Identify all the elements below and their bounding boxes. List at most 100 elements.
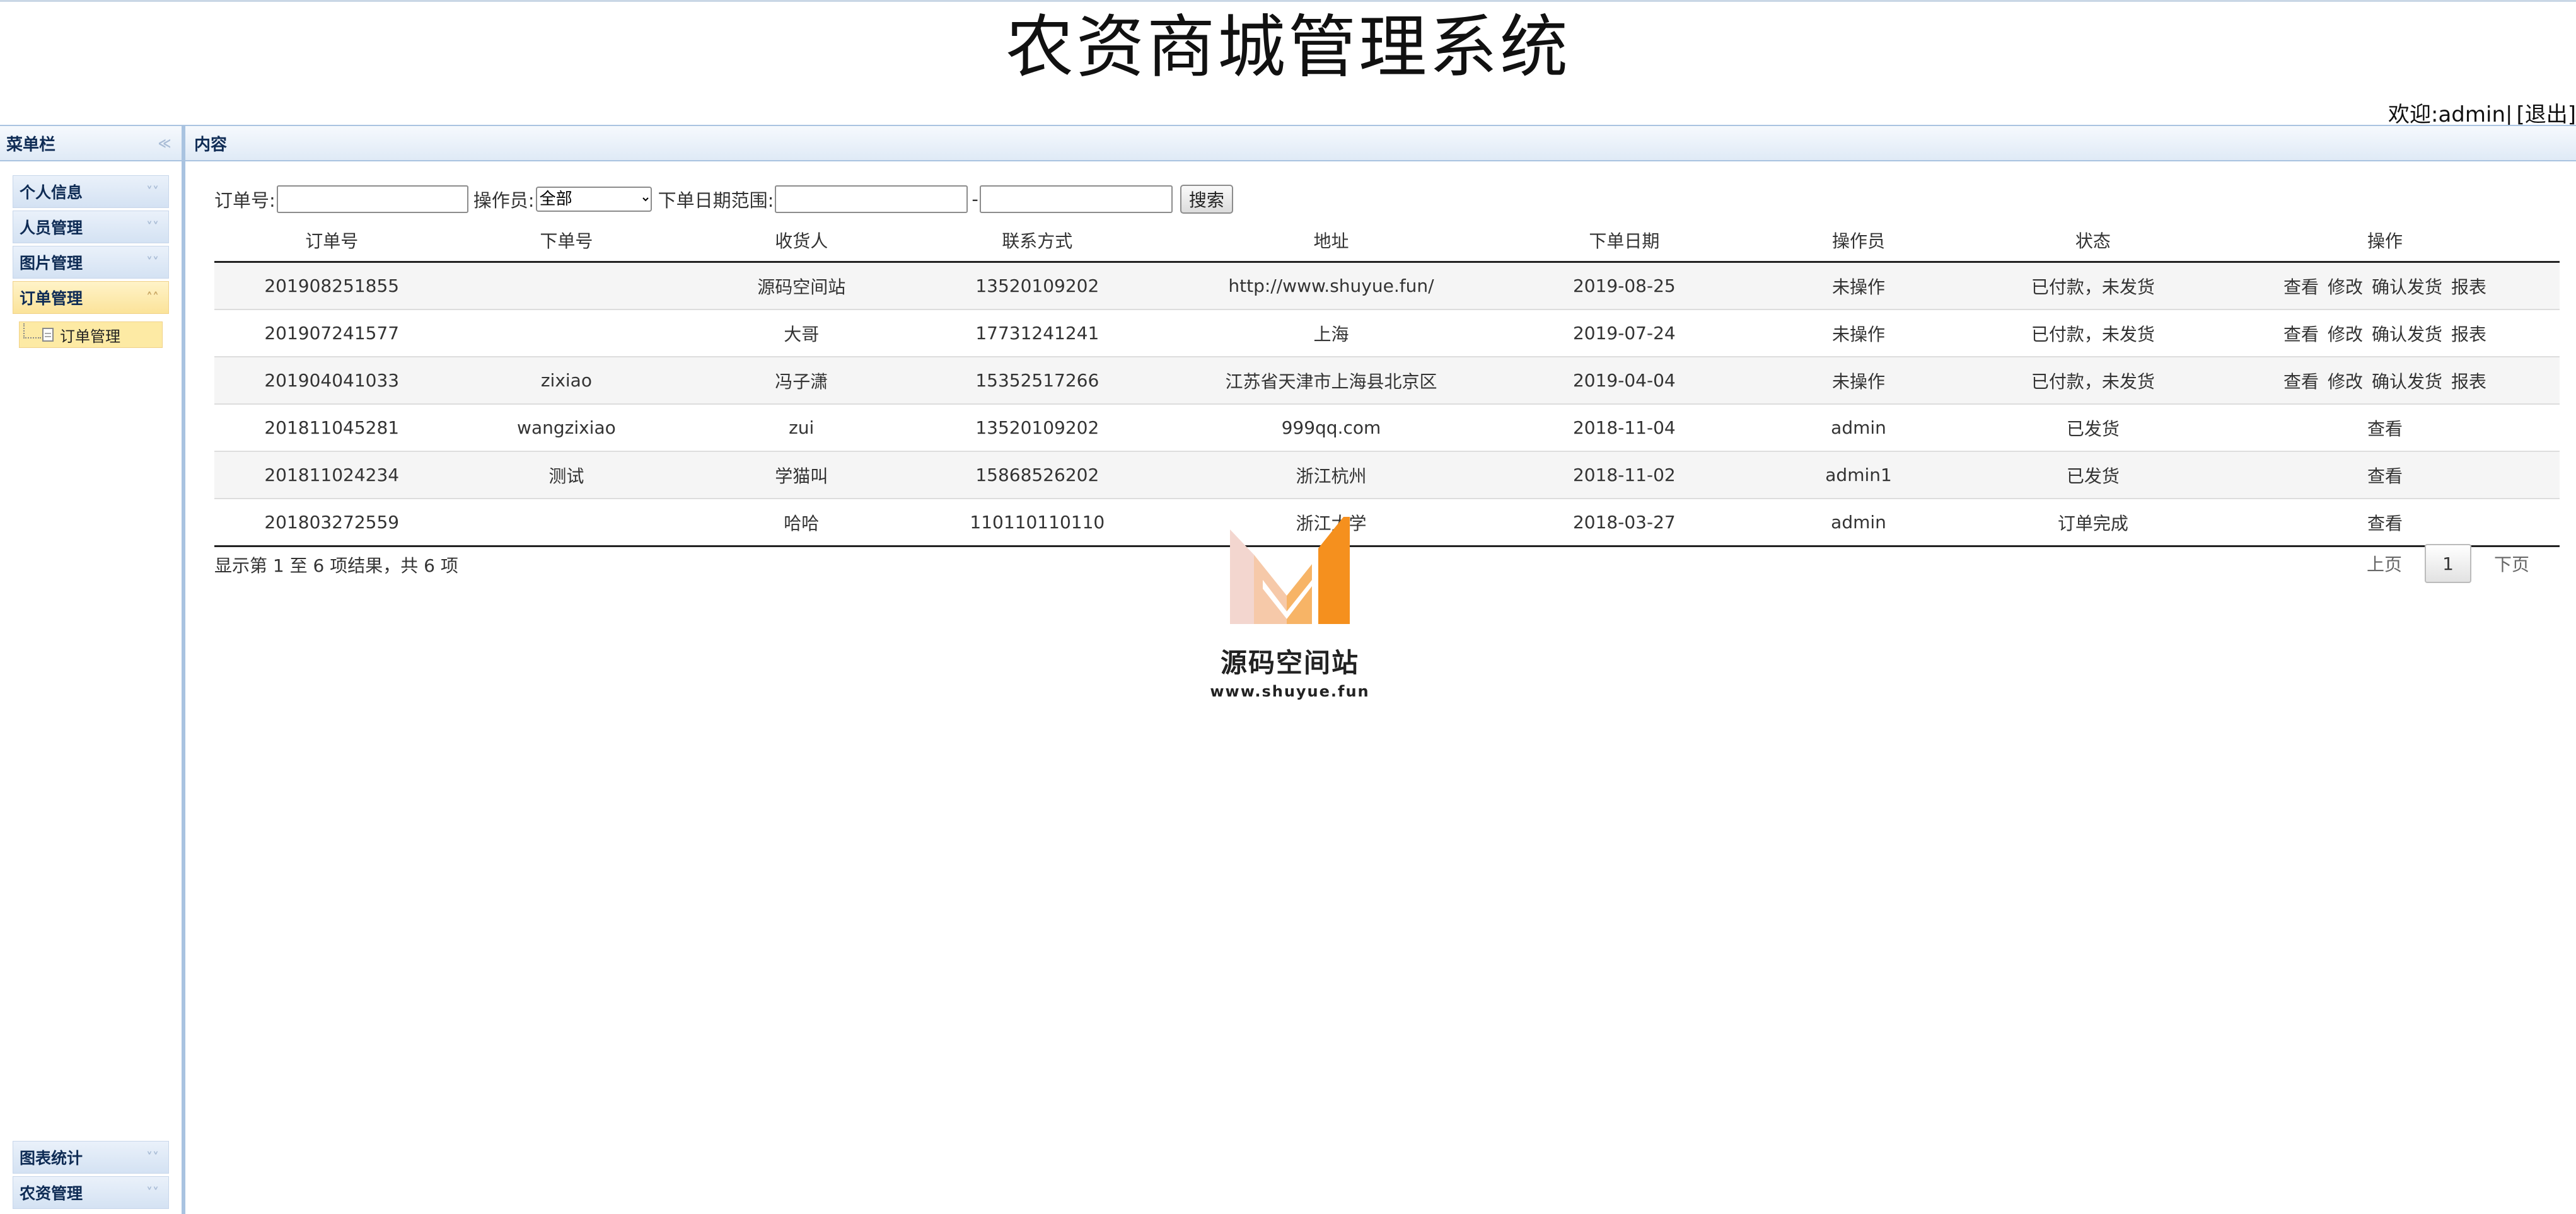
cell-place-no: 测试 xyxy=(449,451,684,499)
order-no-input[interactable] xyxy=(276,185,468,213)
content-panel: 内容 订单号: 操作员: 全部 下单日期范围: - 搜索 订单号 下单号 收货人… xyxy=(184,125,2576,1214)
cell-contact: 15352517266 xyxy=(919,357,1156,405)
cell-order-no: 201811045281 xyxy=(214,404,450,452)
date-separator: - xyxy=(972,188,978,210)
menu-agri-management[interactable]: 农资管理 ˅˅ xyxy=(13,1176,169,1209)
cell-actions: 查看 修改 确认发货 报表 xyxy=(2210,357,2560,405)
cell-operator: admin xyxy=(1741,404,1976,452)
chevron-down-icon: ˅˅ xyxy=(146,255,159,270)
column-header: 下单号 xyxy=(449,219,684,263)
page-title: 农资商城管理系统 xyxy=(1005,8,1570,87)
cell-date: 2019-04-04 xyxy=(1507,357,1742,405)
column-header: 下单日期 xyxy=(1507,219,1742,263)
cell-operator: 未操作 xyxy=(1741,309,1976,357)
chevron-down-icon: ˅˅ xyxy=(146,184,159,199)
tree-line xyxy=(23,323,41,338)
cell-address: 江苏省天津市上海县北京区 xyxy=(1155,357,1507,405)
cell-actions: 查看 xyxy=(2210,451,2560,499)
menu-label: 图片管理 xyxy=(20,254,83,272)
cell-status: 已付款，未发货 xyxy=(1975,262,2211,310)
column-header: 联系方式 xyxy=(919,219,1156,263)
order-no-label: 订单号: xyxy=(214,190,276,211)
operator-select[interactable]: 全部 xyxy=(535,187,652,212)
cell-status: 订单完成 xyxy=(1975,499,2211,547)
cell-date: 2019-07-24 xyxy=(1507,309,1742,357)
table-row: 201908251855 源码空间站 13520109202 http://ww… xyxy=(214,262,2560,310)
cell-contact: 15868526202 xyxy=(919,451,1156,499)
cell-contact: 13520109202 xyxy=(919,262,1156,310)
menu-order-management[interactable]: 订单管理 ˄˄ xyxy=(13,281,169,314)
logout-link[interactable]: [退出] xyxy=(2516,97,2576,128)
collapse-icon[interactable]: ≪ xyxy=(154,132,175,154)
prev-page-button[interactable]: 上页 xyxy=(2348,551,2421,576)
search-bar: 订单号: 操作员: 全部 下单日期范围: - 搜索 xyxy=(214,183,1233,216)
view-link[interactable]: 查看 xyxy=(2283,371,2319,392)
cell-actions: 查看 修改 确认发货 报表 xyxy=(2210,262,2560,310)
cell-address: 浙江杭州 xyxy=(1155,451,1507,499)
submenu-item-order-management[interactable]: 订单管理 xyxy=(19,321,163,348)
watermark-url: www.shuyue.fun xyxy=(1210,683,1370,700)
next-page-button[interactable]: 下页 xyxy=(2475,551,2548,576)
confirm-ship-link[interactable]: 确认发货 xyxy=(2372,371,2442,392)
cell-receiver: 学猫叫 xyxy=(683,451,920,499)
edit-link[interactable]: 修改 xyxy=(2328,324,2363,345)
cell-status: 已付款，未发货 xyxy=(1975,357,2211,405)
cell-operator: 未操作 xyxy=(1741,262,1976,310)
report-link[interactable]: 报表 xyxy=(2451,277,2486,298)
report-link[interactable]: 报表 xyxy=(2451,324,2486,345)
view-link[interactable]: 查看 xyxy=(2367,419,2403,439)
watermark-name: 源码空间站 xyxy=(1220,647,1359,678)
menu-label: 订单管理 xyxy=(20,289,83,308)
confirm-ship-link[interactable]: 确认发货 xyxy=(2372,324,2442,345)
menu-staff-management[interactable]: 人员管理 ˅˅ xyxy=(13,211,169,243)
page-1-button[interactable]: 1 xyxy=(2424,544,2471,583)
edit-link[interactable]: 修改 xyxy=(2328,371,2363,392)
cell-receiver: 哈哈 xyxy=(683,499,920,547)
start-date-input[interactable] xyxy=(775,185,968,213)
menu-image-management[interactable]: 图片管理 ˅˅ xyxy=(13,246,169,279)
menu-personal-info[interactable]: 个人信息 ˅˅ xyxy=(13,175,169,208)
sidebar-bottom-menu: 图表统计 ˅˅ 农资管理 ˅˅ xyxy=(13,1141,169,1211)
view-link[interactable]: 查看 xyxy=(2283,324,2319,345)
watermark: 源码空间站 www.shuyue.fun xyxy=(1210,511,1369,700)
table-row: 201811045281 wangzixiao zui 13520109202 … xyxy=(214,404,2560,452)
confirm-ship-link[interactable]: 确认发货 xyxy=(2372,277,2442,298)
menu-label: 农资管理 xyxy=(20,1184,83,1203)
result-info: 显示第 1 至 6 项结果，共 6 项 xyxy=(214,555,458,576)
welcome-bar: 欢迎:admin| [退出] xyxy=(2388,97,2576,128)
cell-order-no: 201811024234 xyxy=(214,451,450,499)
table-row: 201803272559 哈哈 110110110110 浙江大学 2018-0… xyxy=(214,499,2560,547)
end-date-input[interactable] xyxy=(979,185,1173,213)
menu-label: 图表统计 xyxy=(20,1149,83,1167)
column-header: 操作员 xyxy=(1741,219,1976,263)
cell-status: 已发货 xyxy=(1975,451,2211,499)
cell-contact: 13520109202 xyxy=(919,404,1156,452)
cell-receiver: 冯子潇 xyxy=(683,357,920,405)
chevron-down-icon: ˅˅ xyxy=(146,1185,159,1200)
table-row: 201904041033 zixiao 冯子潇 15352517266 江苏省天… xyxy=(214,357,2560,405)
view-link[interactable]: 查看 xyxy=(2367,513,2403,534)
cell-date: 2019-08-25 xyxy=(1507,262,1742,310)
sidebar: 菜单栏 ≪ 个人信息 ˅˅ 人员管理 ˅˅ 图片管理 ˅˅ 订单管理 ˄˄ 订单… xyxy=(0,125,184,1214)
welcome-text: 欢迎:admin| xyxy=(2388,102,2513,127)
orders-table: 订单号 下单号 收货人 联系方式 地址 下单日期 操作员 状态 操作 20190… xyxy=(214,219,2560,547)
edit-link[interactable]: 修改 xyxy=(2328,277,2363,298)
column-header: 订单号 xyxy=(214,219,450,263)
view-link[interactable]: 查看 xyxy=(2367,466,2403,487)
cell-contact: 110110110110 xyxy=(919,499,1156,547)
sidebar-menu: 个人信息 ˅˅ 人员管理 ˅˅ 图片管理 ˅˅ 订单管理 ˄˄ 订单管理 xyxy=(13,175,169,354)
cell-actions: 查看 修改 确认发货 报表 xyxy=(2210,309,2560,357)
cell-actions: 查看 xyxy=(2210,499,2560,547)
search-button[interactable]: 搜索 xyxy=(1180,185,1233,214)
cell-place-no xyxy=(449,499,684,547)
menu-label: 人员管理 xyxy=(20,219,83,237)
cell-address: http://www.shuyue.fun/ xyxy=(1155,262,1507,310)
menu-chart-statistics[interactable]: 图表统计 ˅˅ xyxy=(13,1141,169,1174)
cell-address: 上海 xyxy=(1155,309,1507,357)
top-border xyxy=(0,0,2576,2)
column-header: 地址 xyxy=(1155,219,1507,263)
table-row: 201907241577 大哥 17731241241 上海 2019-07-2… xyxy=(214,309,2560,357)
view-link[interactable]: 查看 xyxy=(2283,277,2319,298)
report-link[interactable]: 报表 xyxy=(2451,371,2486,392)
cell-receiver: 源码空间站 xyxy=(683,262,920,310)
